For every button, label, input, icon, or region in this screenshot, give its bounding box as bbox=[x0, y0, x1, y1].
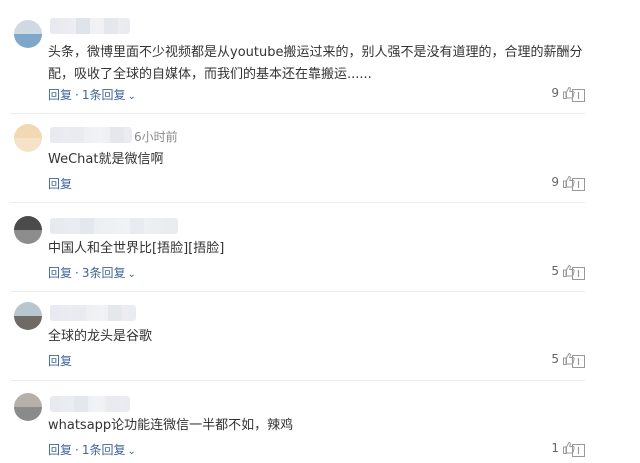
report-icon[interactable] bbox=[572, 87, 585, 106]
comment-list: 头条，微博里面不少视频都是从youtube搬运过来的，别人强不是没有道理的，合理… bbox=[0, 0, 640, 463]
divider bbox=[10, 291, 585, 292]
comment-text: 中国人和全世界比[捂脸][捂脸] bbox=[48, 241, 225, 256]
like-count: 1 bbox=[551, 441, 559, 455]
chevron-down-icon: ⌄ bbox=[127, 446, 136, 457]
comment-actions: 回复 bbox=[48, 352, 72, 369]
separator-dot: · bbox=[75, 88, 79, 102]
separator-dot: · bbox=[75, 443, 79, 457]
reply-button[interactable]: 回复 bbox=[48, 354, 72, 368]
comment-text: 全球的龙头是谷歌 bbox=[48, 329, 153, 344]
username-blurred[interactable] bbox=[50, 218, 178, 234]
like-count: 9 bbox=[551, 86, 559, 100]
divider bbox=[10, 202, 585, 203]
comment-time: 6小时前 bbox=[134, 130, 178, 144]
replies-count: 1条回复 bbox=[81, 443, 126, 457]
like-count: 5 bbox=[551, 264, 559, 278]
comment-actions: 回复 bbox=[48, 175, 72, 192]
view-replies-button[interactable]: 3条回复 ⌄ bbox=[82, 266, 136, 280]
reply-button[interactable]: 回复 bbox=[48, 88, 72, 102]
report-icon[interactable] bbox=[572, 442, 585, 461]
chevron-down-icon: ⌄ bbox=[127, 269, 136, 280]
comment-text: WeChat就是微信啊 bbox=[48, 152, 164, 167]
comment-actions: 回复 · 3条回复 ⌄ bbox=[48, 264, 136, 281]
chevron-down-icon: ⌄ bbox=[127, 91, 136, 102]
divider bbox=[10, 113, 585, 114]
avatar[interactable] bbox=[14, 216, 42, 244]
separator-dot: · bbox=[75, 266, 79, 280]
avatar[interactable] bbox=[14, 393, 42, 421]
replies-count: 3条回复 bbox=[81, 266, 126, 280]
avatar[interactable] bbox=[14, 20, 42, 48]
username-blurred[interactable] bbox=[50, 305, 136, 321]
report-icon[interactable] bbox=[572, 265, 585, 284]
report-icon[interactable] bbox=[572, 353, 585, 372]
reply-button[interactable]: 回复 bbox=[48, 443, 72, 457]
comment-actions: 回复 · 1条回复 ⌄ bbox=[48, 86, 136, 103]
username-blurred[interactable] bbox=[50, 127, 132, 143]
comment-text: whatsapp论功能连微信一半都不如，辣鸡 bbox=[48, 418, 294, 433]
username-blurred[interactable] bbox=[50, 18, 130, 34]
reply-button[interactable]: 回复 bbox=[48, 266, 72, 280]
comment-actions: 回复 · 1条回复 ⌄ bbox=[48, 441, 136, 458]
view-replies-button[interactable]: 1条回复 ⌄ bbox=[82, 443, 136, 457]
avatar[interactable] bbox=[14, 124, 42, 152]
reply-button[interactable]: 回复 bbox=[48, 177, 72, 191]
username-blurred[interactable] bbox=[50, 396, 130, 412]
view-replies-button[interactable]: 1条回复 ⌄ bbox=[82, 88, 136, 102]
report-icon[interactable] bbox=[572, 176, 585, 195]
like-count: 9 bbox=[551, 175, 559, 189]
comment-text: 头条，微博里面不少视频都是从youtube搬运过来的，别人强不是没有道理的，合理… bbox=[48, 45, 583, 82]
replies-count: 1条回复 bbox=[81, 88, 126, 102]
avatar[interactable] bbox=[14, 302, 42, 330]
divider bbox=[10, 380, 585, 381]
like-count: 5 bbox=[551, 352, 559, 366]
